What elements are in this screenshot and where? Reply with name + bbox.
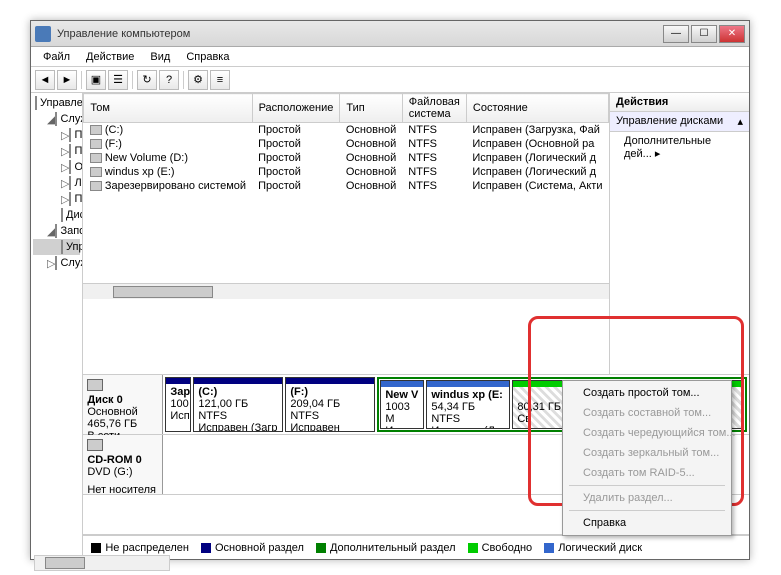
ctx-create-raid5-volume: Создать том RAID-5... [565,463,729,483]
nav-tree[interactable]: Управление компьютером (л ◢Служебные про… [31,93,83,559]
menu-file[interactable]: Файл [35,49,78,65]
up-button[interactable]: ▣ [86,70,106,90]
tree-scheduler[interactable]: ▷Планировщик заданий [33,127,80,143]
tree-system-tools[interactable]: ◢Служебные программы [33,111,80,127]
toolbar: ◄ ► ▣ ☰ ↻ ? ⚙ ≡ [31,67,749,93]
menu-action[interactable]: Действие [78,49,142,65]
legend-ext-icon [316,543,326,553]
tree-local-users[interactable]: ▷Локальные пользов [33,175,80,191]
volume-icon [90,139,102,149]
close-button[interactable]: ✕ [719,25,745,43]
storage-icon [55,224,57,238]
actions-diskmgmt[interactable]: Управление дисками▴ [610,112,749,132]
computer-icon [35,96,37,110]
tree-services[interactable]: ▷Службы и приложения [33,255,80,271]
perf-icon [69,192,71,206]
dvd-icon [87,439,103,451]
ctx-help[interactable]: Справка [565,513,729,533]
col-layout[interactable]: Расположение [252,94,340,123]
volume-row[interactable]: windus xp (E:)ПростойОсновнойNTFSИсправе… [84,165,609,179]
partition-f[interactable]: (F:)209,04 ГБ NTFSИсправен (Осно [285,377,375,432]
event-icon [69,144,71,158]
titlebar[interactable]: Управление компьютером — ☐ ✕ [31,21,749,47]
context-menu: Создать простой том... Создать составной… [562,380,732,536]
ctx-create-striped-volume: Создать чередующийся том... [565,423,729,443]
partition-c[interactable]: (C:)121,00 ГБ NTFSИсправен (Загр [193,377,283,432]
list-hscroll[interactable] [83,283,609,299]
device-icon [61,208,63,222]
cdrom-header[interactable]: CD-ROM 0 DVD (G:) Нет носителя [83,435,163,494]
partition-e[interactable]: windus xp (E:54,34 ГБ NTFSИсправен (Ло [426,380,510,429]
tree-shared-folders[interactable]: ▷Общие папки [33,159,80,175]
legend-free-icon [468,543,478,553]
actions-pane: Действия Управление дисками▴ Дополнитель… [609,93,749,374]
app-icon [35,26,51,42]
partition-system-reserved[interactable]: Зар100Исп [165,377,191,432]
tools-icon [55,112,57,126]
volume-list[interactable]: Том Расположение Тип Файловая система Со… [83,93,609,374]
disk-icon [61,240,63,254]
partition-d[interactable]: New V1003 MИсправе [380,380,424,429]
col-fs[interactable]: Файловая система [402,94,466,123]
volume-row[interactable]: Зарезервировано системойПростойОсновнойN… [84,179,609,193]
list-button[interactable]: ≡ [210,70,230,90]
settings-button[interactable]: ⚙ [188,70,208,90]
window-title: Управление компьютером [57,28,661,40]
legend-unalloc-icon [91,543,101,553]
col-volume[interactable]: Том [84,94,252,123]
ctx-create-spanned-volume: Создать составной том... [565,403,729,423]
volume-icon [90,125,102,135]
tree-disk-management[interactable]: Управление дисками [33,239,80,255]
menu-view[interactable]: Вид [142,49,178,65]
clock-icon [69,128,71,142]
hdd-icon [87,379,103,391]
col-status[interactable]: Состояние [466,94,608,123]
properties-button[interactable]: ☰ [108,70,128,90]
volume-icon [90,153,102,163]
folder-icon [69,160,71,174]
ctx-create-simple-volume[interactable]: Создать простой том... [565,383,729,403]
legend: Не распределен Основной раздел Дополните… [83,535,749,559]
tree-root[interactable]: Управление компьютером (л [33,95,80,111]
chevron-up-icon: ▴ [737,115,743,128]
volume-row[interactable]: New Volume (D:)ПростойОсновнойNTFSИсправ… [84,151,609,165]
tree-performance[interactable]: ▷Производительност [33,191,80,207]
tree-storage[interactable]: ◢Запоминающие устройс [33,223,80,239]
ctx-create-mirrored-volume: Создать зеркальный том... [565,443,729,463]
disk-0-header[interactable]: Диск 0 Основной 465,76 ГБ В сети [83,375,163,434]
menu-help[interactable]: Справка [178,49,237,65]
tree-event-viewer[interactable]: ▷Просмотр событий [33,143,80,159]
volume-row[interactable]: (C:)ПростойОсновнойNTFSИсправен (Загрузк… [84,123,609,138]
volume-row[interactable]: (F:)ПростойОсновнойNTFSИсправен (Основно… [84,137,609,151]
actions-more[interactable]: Дополнительные дей... ▸ [610,132,749,163]
users-icon [69,176,71,190]
back-button[interactable]: ◄ [35,70,55,90]
forward-button[interactable]: ► [57,70,77,90]
tree-device-manager[interactable]: Диспетчер устройст [33,207,80,223]
legend-primary-icon [201,543,211,553]
actions-header: Действия [610,93,749,112]
help-button[interactable]: ? [159,70,179,90]
tree-hscroll[interactable] [34,555,170,571]
volume-icon [90,181,102,191]
ctx-delete-partition: Удалить раздел... [565,488,729,508]
refresh-button[interactable]: ↻ [137,70,157,90]
maximize-button[interactable]: ☐ [691,25,717,43]
volume-icon [90,167,102,177]
minimize-button[interactable]: — [663,25,689,43]
services-icon [55,256,57,270]
col-type[interactable]: Тип [340,94,402,123]
menubar: Файл Действие Вид Справка [31,47,749,67]
legend-logical-icon [544,543,554,553]
